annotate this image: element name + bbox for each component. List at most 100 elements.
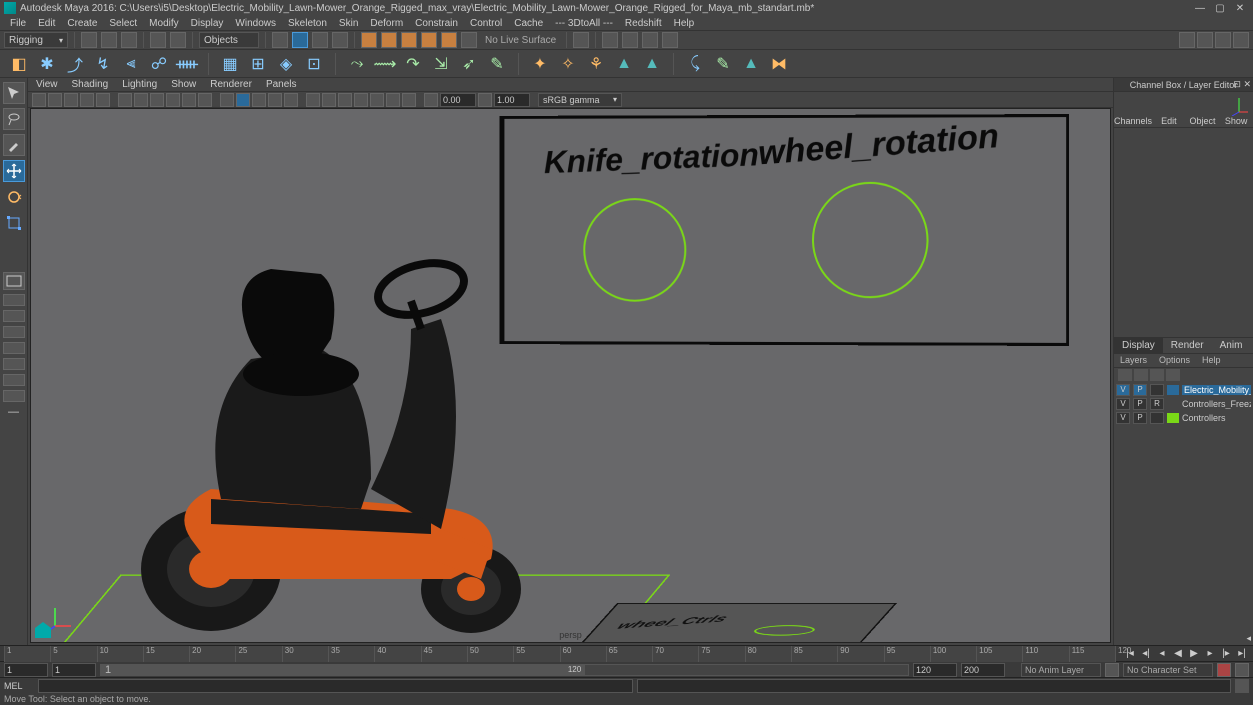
vp-film-gate-icon[interactable] bbox=[134, 93, 148, 107]
snap-plane-icon[interactable] bbox=[332, 32, 348, 48]
layer-name[interactable]: Controllers bbox=[1182, 413, 1251, 423]
vp-menu-view[interactable]: View bbox=[36, 79, 58, 90]
play-forward-button[interactable]: ▶ bbox=[1187, 647, 1201, 661]
range-start-inner-input[interactable] bbox=[52, 663, 96, 677]
menu-control[interactable]: Control bbox=[464, 18, 508, 29]
persp-graph-layout[interactable] bbox=[3, 390, 25, 402]
hair-icon[interactable]: ▲ bbox=[613, 53, 635, 75]
select-tool[interactable] bbox=[3, 82, 25, 104]
layer-visibility-toggle[interactable]: V bbox=[1116, 384, 1130, 396]
vp-resolution-gate-icon[interactable] bbox=[150, 93, 164, 107]
constraint-point-icon[interactable]: ⟿ bbox=[374, 53, 396, 75]
layer-playback-toggle[interactable]: P bbox=[1133, 384, 1147, 396]
vp-far-clip-input[interactable] bbox=[494, 93, 530, 107]
range-slider-handle[interactable]: 1 120 bbox=[101, 665, 585, 675]
vp-xray-icon[interactable] bbox=[322, 93, 336, 107]
vp-ssao-icon[interactable] bbox=[354, 93, 368, 107]
vp-gamma-icon[interactable] bbox=[478, 93, 492, 107]
menu-create[interactable]: Create bbox=[61, 18, 103, 29]
constraint-scale-icon[interactable]: ⇲ bbox=[430, 53, 452, 75]
vp-dof-icon[interactable] bbox=[402, 93, 416, 107]
vp-menu-lighting[interactable]: Lighting bbox=[122, 79, 157, 90]
lasso-tool[interactable] bbox=[3, 108, 25, 130]
pose-icon-2[interactable]: ✧ bbox=[557, 53, 579, 75]
layer-visibility-toggle[interactable]: V bbox=[1116, 412, 1130, 424]
menu-file[interactable]: File bbox=[4, 18, 32, 29]
wrap-icon[interactable]: ⊡ bbox=[303, 53, 325, 75]
three-top-layout[interactable] bbox=[3, 342, 25, 354]
four-view-layout[interactable] bbox=[3, 294, 25, 306]
constraint-parent-icon[interactable]: ⤳ bbox=[346, 53, 368, 75]
paint-select-tool[interactable] bbox=[3, 134, 25, 156]
menu-constrain[interactable]: Constrain bbox=[409, 18, 464, 29]
prefs-icon[interactable] bbox=[1235, 663, 1249, 677]
single-persp-layout[interactable] bbox=[3, 272, 25, 290]
tool-settings-toggle-icon[interactable] bbox=[1197, 32, 1213, 48]
vp-use-lights-icon[interactable] bbox=[268, 93, 282, 107]
step-back-key-button[interactable]: ◂| bbox=[1139, 647, 1153, 661]
menu-deform[interactable]: Deform bbox=[364, 18, 409, 29]
modeling-toolkit-toggle-icon[interactable] bbox=[1233, 32, 1249, 48]
vp-smooth-shade-icon[interactable] bbox=[236, 93, 250, 107]
outliner-layout[interactable] bbox=[3, 374, 25, 386]
graph-editor-icon[interactable]: ⤹ bbox=[684, 53, 706, 75]
channel-tab-channels[interactable]: Channels bbox=[1114, 114, 1152, 127]
layer-color-swatch[interactable] bbox=[1167, 399, 1179, 409]
layer-tab-display[interactable]: Display bbox=[1114, 338, 1163, 353]
bind-skin-icon[interactable]: ⫷ bbox=[120, 53, 142, 75]
magnet-icon-4[interactable] bbox=[421, 32, 437, 48]
pose-icon[interactable]: ✦ bbox=[529, 53, 551, 75]
magnet-icon[interactable] bbox=[361, 32, 377, 48]
range-end-outer-input[interactable] bbox=[961, 663, 1005, 677]
menu-cache[interactable]: Cache bbox=[508, 18, 549, 29]
ik-handle-icon[interactable]: ⤴ bbox=[64, 53, 86, 75]
layer-reference-toggle[interactable] bbox=[1150, 384, 1164, 396]
channel-tab-object[interactable]: Object bbox=[1186, 114, 1220, 127]
three-left-layout[interactable] bbox=[3, 358, 25, 370]
layer-color-swatch[interactable] bbox=[1167, 385, 1179, 395]
snap-grid-icon[interactable] bbox=[272, 32, 288, 48]
layout-minus[interactable]: — bbox=[3, 406, 25, 418]
hair-icon-2[interactable]: ▲ bbox=[641, 53, 663, 75]
attribute-editor-toggle-icon[interactable] bbox=[1179, 32, 1195, 48]
vp-select-camera-icon[interactable] bbox=[32, 93, 46, 107]
menu-select[interactable]: Select bbox=[103, 18, 143, 29]
menu-3dtoall[interactable]: --- 3DtoAll --- bbox=[549, 18, 619, 29]
undo-icon[interactable] bbox=[150, 32, 166, 48]
menu-edit[interactable]: Edit bbox=[32, 18, 61, 29]
layer-playback-toggle[interactable]: P bbox=[1133, 412, 1147, 424]
time-slider[interactable]: 1510152025303540455055606570758085909510… bbox=[0, 645, 1253, 661]
ik-spline-icon[interactable]: ↯ bbox=[92, 53, 114, 75]
character-set-dropdown[interactable]: No Character Set bbox=[1123, 663, 1213, 677]
constraint-aim-icon[interactable]: ➶ bbox=[458, 53, 480, 75]
layer-tab-render[interactable]: Render bbox=[1163, 338, 1212, 353]
layer-row[interactable]: V P Controllers bbox=[1114, 411, 1253, 425]
go-to-end-button[interactable]: ▸| bbox=[1235, 647, 1249, 661]
open-scene-icon[interactable] bbox=[101, 32, 117, 48]
minimize-button[interactable]: — bbox=[1191, 1, 1209, 15]
viewport-persp[interactable]: wheel_Ctrls Knife_rotation wheel_rotatio… bbox=[30, 108, 1111, 643]
two-stacked-layout[interactable] bbox=[3, 326, 25, 338]
menu-display[interactable]: Display bbox=[185, 18, 230, 29]
vp-menu-show[interactable]: Show bbox=[171, 79, 196, 90]
menu-modify[interactable]: Modify bbox=[143, 18, 184, 29]
layer-color-swatch[interactable] bbox=[1167, 413, 1179, 423]
wheel-rotation-control[interactable] bbox=[812, 182, 929, 298]
range-end-inner-input[interactable] bbox=[913, 663, 957, 677]
vp-safe-action-icon[interactable] bbox=[198, 93, 212, 107]
vp-near-clip-input[interactable] bbox=[440, 93, 476, 107]
layer-reference-toggle[interactable]: R bbox=[1150, 398, 1164, 410]
new-scene-icon[interactable] bbox=[81, 32, 97, 48]
snap-curve-icon[interactable] bbox=[292, 32, 308, 48]
layer-row[interactable]: V P Electric_Mobility_Lawn bbox=[1114, 383, 1253, 397]
panel-collapse-icon[interactable]: ◂ bbox=[1246, 633, 1251, 645]
layer-new-empty-icon[interactable] bbox=[1150, 369, 1164, 381]
layer-menu-options[interactable]: Options bbox=[1159, 355, 1190, 365]
step-forward-button[interactable]: ▸ bbox=[1203, 647, 1217, 661]
constraint-orient-icon[interactable]: ↷ bbox=[402, 53, 424, 75]
play-backward-button[interactable]: ◀ bbox=[1171, 647, 1185, 661]
snap-point-icon[interactable] bbox=[312, 32, 328, 48]
camera-seq-icon[interactable]: ⧓ bbox=[768, 53, 790, 75]
vp-motion-blur-icon[interactable] bbox=[370, 93, 384, 107]
two-side-layout[interactable] bbox=[3, 310, 25, 322]
